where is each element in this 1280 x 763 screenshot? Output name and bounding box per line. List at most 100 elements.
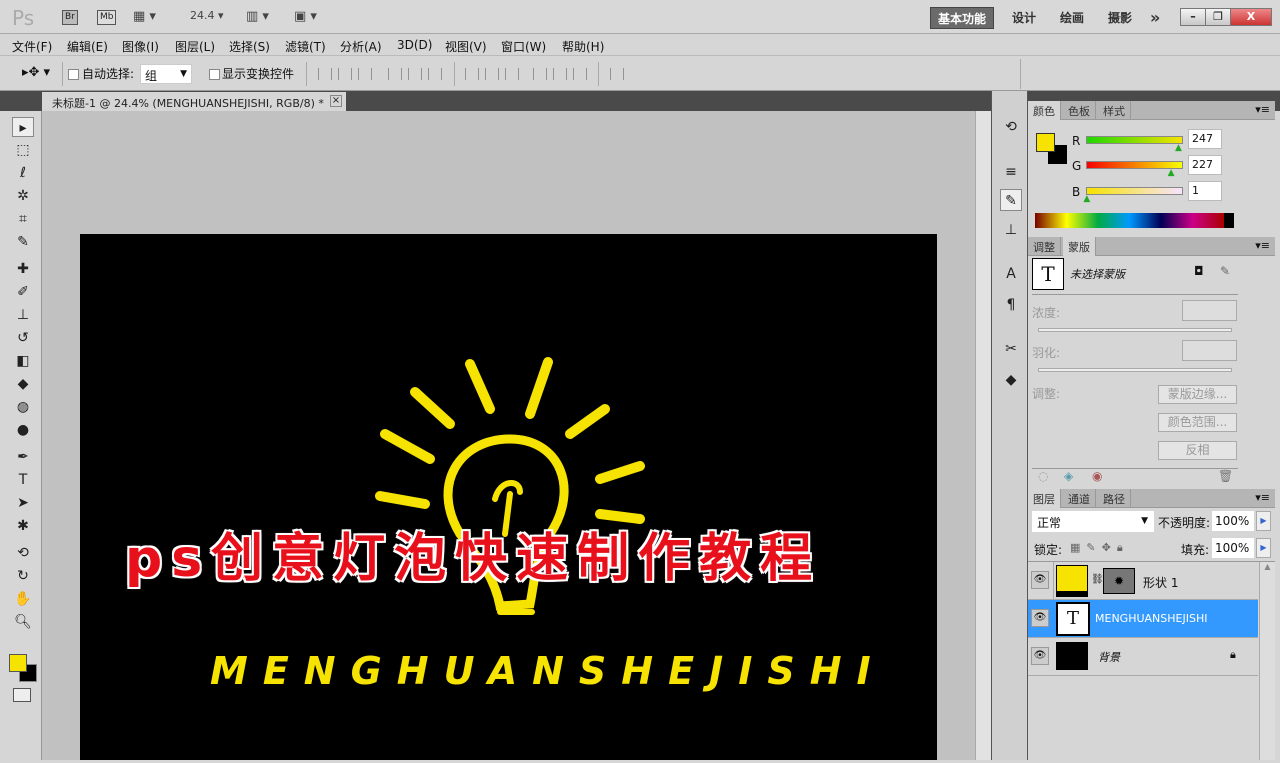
menu-help[interactable]: 帮助(H): [562, 38, 604, 55]
tab-styles[interactable]: 样式: [1098, 101, 1131, 120]
close-button[interactable]: X: [1230, 8, 1272, 26]
eye-icon[interactable]: 👁︎: [1031, 571, 1049, 589]
opacity-slider-button[interactable]: ▶: [1256, 511, 1271, 531]
g-input[interactable]: 227: [1188, 155, 1222, 175]
add-vector-mask-icon[interactable]: ✎: [1220, 264, 1230, 278]
b-slider[interactable]: ▲: [1083, 187, 1183, 204]
mask-edge-button[interactable]: 蒙版边缘...: [1158, 385, 1237, 404]
move-tool-preset-icon[interactable]: ▸✥ ▾: [22, 65, 50, 80]
distribute-left-icon[interactable]: [533, 68, 547, 80]
document-tab[interactable]: 未标题-1 @ 24.4% (MENGHUANSHEJISHI, RGB/8) …: [42, 92, 346, 111]
align-hcenter-icon[interactable]: [408, 68, 422, 80]
menu-3d[interactable]: 3D(D): [397, 38, 432, 52]
eye-icon[interactable]: 👁︎: [1031, 647, 1049, 665]
align-right-icon[interactable]: [428, 68, 442, 80]
3d-orbit-icon[interactable]: ↻: [12, 566, 34, 586]
vertical-scrollbar[interactable]: [975, 111, 991, 760]
color-spectrum-bar[interactable]: [1035, 213, 1234, 228]
tab-swatches[interactable]: 色板: [1063, 101, 1096, 120]
feather-input[interactable]: [1182, 340, 1237, 361]
healing-brush-icon[interactable]: ✚: [12, 259, 34, 279]
menu-image[interactable]: 图像(I): [122, 38, 159, 55]
workspace-essentials[interactable]: 基本功能: [930, 7, 995, 29]
feather-slider[interactable]: [1038, 368, 1232, 372]
history-panel-icon[interactable]: ⟲: [1000, 116, 1022, 138]
panel-menu-icon[interactable]: ▾≡: [1255, 239, 1270, 252]
panel-menu-icon[interactable]: ▾≡: [1255, 491, 1270, 504]
mini-bridge-button[interactable]: Mb: [97, 10, 117, 25]
load-selection-icon[interactable]: ◌: [1038, 469, 1048, 483]
move-tool-icon[interactable]: ▸: [12, 117, 34, 137]
eyedropper-tool-icon[interactable]: ✎: [12, 232, 34, 252]
distribute-hcenter-icon[interactable]: [553, 68, 567, 80]
fill-input[interactable]: 100%: [1212, 538, 1254, 558]
foreground-color-swatch[interactable]: [9, 654, 27, 672]
menu-filter[interactable]: 滤镜(T): [285, 38, 326, 55]
menu-select[interactable]: 选择(S): [229, 38, 270, 55]
paint-bucket-icon[interactable]: ◆: [12, 374, 34, 394]
marquee-tool-icon[interactable]: ⬚: [12, 140, 34, 160]
menu-edit[interactable]: 编辑(E): [67, 38, 108, 55]
close-document-icon[interactable]: ×: [330, 95, 342, 107]
distribute-top-icon[interactable]: [465, 68, 479, 80]
r-slider[interactable]: ▲: [1086, 136, 1183, 153]
brush-panel-icon[interactable]: ✎: [1000, 189, 1022, 211]
zoom-tool-icon[interactable]: 🔍︎: [12, 612, 34, 632]
workspace-photography[interactable]: 摄影: [1101, 7, 1139, 29]
brush-presets-icon[interactable]: ≡: [1000, 161, 1022, 183]
shape-tool-icon[interactable]: ✱: [12, 516, 34, 536]
r-input[interactable]: 247: [1188, 129, 1222, 149]
restore-button[interactable]: ❐: [1205, 8, 1231, 26]
menu-view[interactable]: 视图(V): [445, 38, 487, 55]
layers-scrollbar[interactable]: ▲: [1259, 562, 1275, 760]
layer-row[interactable]: 👁︎ ⛓ ✹ 形状 1: [1028, 562, 1258, 600]
tab-paths[interactable]: 路径: [1098, 489, 1131, 508]
zoom-level[interactable]: 24.4 ▾: [190, 9, 224, 22]
lock-icons[interactable]: ▦✎✥🔒︎: [1070, 541, 1129, 555]
layer-row-selected[interactable]: 👁︎ T MENGHUANSHEJISHI: [1028, 600, 1258, 638]
slider-thumb[interactable]: ▲: [1083, 194, 1090, 204]
path-select-icon[interactable]: ➤: [12, 493, 34, 513]
color-foreground-swatch[interactable]: [1036, 133, 1055, 152]
menu-window[interactable]: 窗口(W): [501, 38, 546, 55]
auto-select-dropdown[interactable]: 组 ▼: [140, 64, 192, 84]
clone-source-icon[interactable]: ⊥: [1000, 219, 1022, 241]
clone-stamp-icon[interactable]: ⊥: [12, 305, 34, 325]
b-input[interactable]: 1: [1188, 181, 1222, 201]
quick-select-tool-icon[interactable]: ✲: [12, 186, 34, 206]
tab-layers[interactable]: 图层: [1028, 489, 1061, 508]
color-range-button[interactable]: 颜色范围...: [1158, 413, 1237, 432]
lasso-tool-icon[interactable]: ℓ: [12, 163, 34, 183]
invert-button[interactable]: 反相: [1158, 441, 1237, 460]
menu-layer[interactable]: 图层(L): [175, 38, 215, 55]
3d-rotate-icon[interactable]: ⟲: [12, 543, 34, 563]
align-left-icon[interactable]: [388, 68, 402, 80]
hand-tool-icon[interactable]: ✋: [12, 589, 34, 609]
show-transform-checkbox[interactable]: [209, 69, 220, 80]
menu-file[interactable]: 文件(F): [12, 38, 52, 55]
tab-masks[interactable]: 蒙版: [1063, 237, 1096, 256]
type-tool-icon[interactable]: T: [12, 470, 34, 490]
slider-thumb[interactable]: ▲: [1168, 168, 1175, 178]
g-slider[interactable]: ▲: [1086, 161, 1183, 178]
opacity-input[interactable]: 100%: [1212, 511, 1254, 531]
tab-color[interactable]: 颜色: [1028, 101, 1061, 120]
pen-tool-icon[interactable]: ✒: [12, 447, 34, 467]
tool-presets-icon[interactable]: ✂: [1000, 338, 1022, 360]
paragraph-panel-icon[interactable]: ¶: [1000, 294, 1022, 316]
disable-mask-icon[interactable]: ◉: [1092, 469, 1102, 483]
link-icon[interactable]: ⛓: [1091, 574, 1104, 585]
canvas[interactable]: ps创意灯泡快速制作教程 MENGHUANSHEJISHI: [80, 234, 937, 760]
layer-row[interactable]: 👁︎ 背景 🔒︎: [1028, 638, 1258, 676]
slider-thumb[interactable]: ▲: [1175, 143, 1182, 153]
eraser-tool-icon[interactable]: ◧: [12, 351, 34, 371]
align-top-icon[interactable]: [318, 68, 332, 80]
character-panel-icon[interactable]: A: [1000, 263, 1022, 285]
dodge-tool-icon[interactable]: ●: [12, 420, 34, 440]
view-extras-icon[interactable]: ▦ ▾: [133, 9, 156, 24]
apply-mask-icon[interactable]: ◈: [1064, 469, 1073, 483]
tab-adjustments[interactable]: 调整: [1028, 237, 1061, 256]
auto-select-checkbox[interactable]: [68, 69, 79, 80]
blur-tool-icon[interactable]: ◍: [12, 397, 34, 417]
density-input[interactable]: [1182, 300, 1237, 321]
